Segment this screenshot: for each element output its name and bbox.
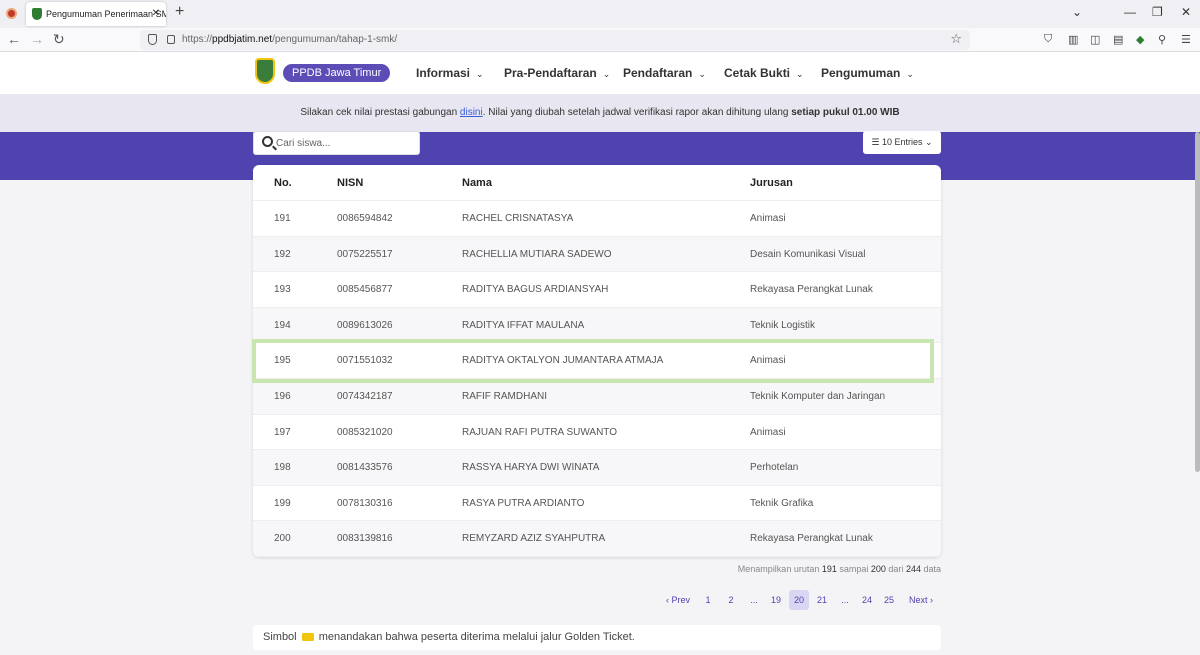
results-table: No. NISN Nama Jurusan 191 0086594842 RACHE… [253, 165, 941, 557]
golden-ticket-icon [301, 633, 314, 642]
window-close-icon[interactable]: ✕ [1181, 5, 1191, 19]
menu-informasi[interactable]: Informasi ⌄ [416, 66, 484, 80]
pocket-icon[interactable]: ⛉ [1044, 33, 1052, 46]
menu-pengumuman[interactable]: Pengumuman ⌄ [821, 66, 914, 80]
next-button[interactable]: Next › [903, 590, 939, 610]
site-favicon-icon [32, 8, 42, 20]
page-21[interactable]: 21 [812, 590, 832, 610]
bookmark-star-icon[interactable]: ☆ [950, 31, 962, 47]
chevron-down-icon: ⌄ [476, 69, 484, 79]
extensions-puzzle-icon[interactable]: ⚲ [1158, 33, 1166, 46]
page-20[interactable]: 20 [789, 590, 809, 610]
site-header: PPDB Jawa Timur Informasi ⌄ Pra-Pendaftar… [0, 52, 1200, 94]
new-tab-icon[interactable]: + [175, 3, 184, 21]
extension-icon[interactable]: ◆ [1136, 33, 1144, 46]
golden-ticket-note: Simbol menandakan bahwa peserta diterima… [253, 625, 941, 650]
tab-title: Pengumuman Penerimaan SMK [46, 9, 166, 19]
browser-tab-bar: Pengumuman Penerimaan SMK ✕ + ⌄ — ❐ ✕ [0, 0, 1200, 28]
minimize-icon[interactable]: — [1124, 5, 1136, 19]
lock-icon[interactable] [167, 35, 175, 44]
col-no: No. [274, 177, 292, 189]
chevron-down-icon: ⌄ [796, 69, 804, 79]
table-info: Menampilkan urutan 191 sampai 200 dari 2… [737, 564, 941, 574]
back-icon[interactable]: ← [7, 31, 21, 47]
entries-select[interactable]: ☰ 10 Entries ⌄ [863, 131, 941, 154]
table-row[interactable]: 191 0086594842 RACHEL CRISNATASYA Animasi [253, 201, 941, 237]
page-ellipsis: ... [841, 595, 849, 605]
col-jurusan: Jurusan [750, 177, 793, 189]
browser-nav-bar: ← → ↻ https://ppdbjatim.net/pengumuman/t… [0, 28, 1200, 52]
page-25[interactable]: 25 [879, 590, 899, 610]
notice-link[interactable]: disini [460, 107, 483, 118]
menu-cetak-bukti[interactable]: Cetak Bukti ⌄ [724, 66, 804, 80]
menu-pra-pendaftaran[interactable]: Pra-Pendaftaran ⌄ [504, 66, 610, 80]
table-body: 191 0086594842 RACHEL CRISNATASYA Animasi 1… [253, 201, 941, 557]
col-nama: Nama [462, 177, 492, 189]
table-row[interactable]: 193 0085456877 RADITYA BAGUS ARDIANSYAH Rek… [253, 272, 941, 308]
page-1[interactable]: 1 [700, 590, 716, 610]
chevron-down-icon: ⌄ [698, 69, 706, 79]
prev-button[interactable]: ‹ Prev [660, 590, 696, 610]
chevron-down-icon: ⌄ [906, 69, 914, 79]
search-icon [262, 136, 273, 147]
page-24[interactable]: 24 [857, 590, 877, 610]
chevron-down-icon: ⌄ [602, 69, 611, 79]
reload-icon[interactable]: ↻ [53, 31, 65, 48]
app-menu-icon[interactable]: ☰ [1181, 33, 1191, 46]
page-scrollbar[interactable] [1195, 132, 1200, 472]
jatim-logo[interactable] [255, 58, 275, 84]
address-bar[interactable]: https://ppdbjatim.net/pengumuman/tahap-1… [140, 30, 970, 50]
tracking-shield-icon[interactable] [148, 34, 157, 45]
table-row[interactable]: 196 0074342187 RAFIF RAMDHANI Teknik Komput… [253, 378, 941, 415]
page-19[interactable]: 19 [766, 590, 786, 610]
tab-close-icon[interactable]: ✕ [152, 2, 160, 26]
tab-list-chevron-icon[interactable]: ⌄ [1072, 5, 1082, 19]
table-row[interactable]: 192 0075225517 RACHELLIA MUTIARA SADEWO Des… [253, 236, 941, 273]
table-row[interactable]: 195 0071551032 RADITYA OKTALYON JUMANTARA … [253, 343, 941, 379]
brand-badge[interactable]: PPDB Jawa Timur [283, 64, 391, 82]
notice-banner: Silakan cek nilai prestasi gabungan disi… [0, 94, 1200, 132]
browser-menu-icon[interactable] [6, 8, 17, 19]
chevron-right-icon: › [930, 595, 934, 605]
page-2[interactable]: 2 [723, 590, 739, 610]
table-header: No. NISN Nama Jurusan [253, 165, 941, 201]
table-row[interactable]: 197 0085321020 RAJUAN RAFI PUTRA SUWANTO An… [253, 415, 941, 451]
search-box[interactable] [253, 131, 420, 155]
list-icon: ☰ [871, 137, 880, 147]
chevron-left-icon: ‹ [665, 595, 669, 605]
browser-tab[interactable]: Pengumuman Penerimaan SMK ✕ [26, 2, 166, 26]
chevron-down-icon: ⌄ [925, 137, 933, 147]
sidebar-icon[interactable]: ◫ [1090, 33, 1100, 46]
table-row[interactable]: 198 0081433576 RASSYA HARYA DWI WINATA Perh… [253, 450, 941, 486]
library-icon[interactable]: ▥ [1068, 33, 1078, 46]
restore-icon[interactable]: ❐ [1152, 5, 1163, 19]
table-row[interactable]: 199 0078130316 RASYA PUTRA ARDIANTO Teknik … [253, 486, 941, 522]
url-text[interactable]: https://ppdbjatim.net/pengumuman/tahap-1… [182, 34, 397, 45]
search-input[interactable] [276, 135, 416, 151]
menu-pendaftaran[interactable]: Pendaftaran ⌄ [623, 66, 706, 80]
table-row[interactable]: 194 0089613026 RADITYA IFFAT MAULANA Teknik… [253, 307, 941, 344]
page-ellipsis: ... [750, 595, 758, 605]
col-nisn: NISN [337, 177, 364, 189]
reader-icon[interactable]: ▤ [1113, 33, 1123, 46]
forward-icon[interactable]: → [30, 31, 44, 47]
table-row[interactable]: 200 0083139816 REMYZARD AZIZ SYAHPUTRA Reka… [253, 521, 941, 557]
